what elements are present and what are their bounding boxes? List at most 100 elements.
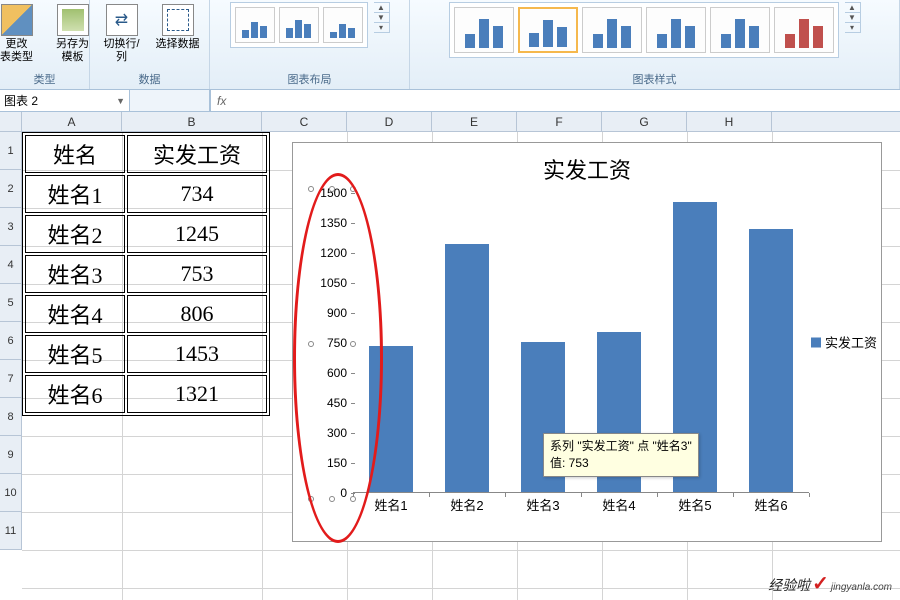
ribbon-group-label: 数据 [98,69,201,89]
ribbon-group-data: 切换行/列 选择数据 数据 [90,0,210,89]
style-thumb[interactable] [582,7,642,53]
row-header[interactable]: 4 [0,246,21,284]
bar-slot [733,193,809,493]
row-header[interactable]: 8 [0,398,21,436]
bar-slot [429,193,505,493]
row-header[interactable]: 1 [0,132,21,170]
tooltip-line: 值: 753 [550,455,692,472]
axis-selection[interactable] [311,189,353,499]
style-thumb[interactable] [774,7,834,53]
column-header[interactable]: H [687,112,772,131]
styles-gallery-nav[interactable]: ▲ ▼ ▾ [845,2,861,33]
table-row: 姓名1734 [25,175,267,213]
row-header[interactable]: 3 [0,208,21,246]
ribbon-group-label: 图表布局 [218,69,401,89]
row-header[interactable]: 10 [0,474,21,512]
data-table[interactable]: 姓名 实发工资 姓名1734 姓名21245 姓名3753 姓名4806 姓名5… [22,132,270,416]
row-header[interactable]: 5 [0,284,21,322]
embedded-chart[interactable]: 实发工资 01503004506007509001050120013501500… [292,142,882,542]
selection-handle[interactable] [350,341,356,347]
x-axis[interactable]: 姓名1姓名2姓名3姓名4姓名5姓名6 [353,495,809,515]
name-box[interactable]: 图表 2 ▼ [0,90,130,111]
row-header[interactable]: 6 [0,322,21,360]
change-chart-type-button[interactable]: 更改 表类型 [0,2,42,66]
gallery-more-icon[interactable]: ▾ [374,23,389,32]
table-row: 姓名4806 [25,295,267,333]
datapoint-tooltip: 系列 "实发工资" 点 "姓名3" 值: 753 [543,433,699,477]
select-all-corner[interactable] [0,112,22,132]
row-header[interactable]: 7 [0,360,21,398]
selection-handle[interactable] [329,496,335,502]
column-header[interactable]: D [347,112,432,131]
table-row: 姓名21245 [25,215,267,253]
layout-thumb[interactable] [235,7,275,43]
row-header[interactable]: 2 [0,170,21,208]
chart-bar[interactable] [749,229,793,493]
column-header[interactable]: B [122,112,262,131]
bar-slot [353,193,429,493]
table-row: 姓名61321 [25,375,267,413]
ribbon: 更改 表类型 另存为 模板 类型 切换行/列 选择数据 数据 [0,0,900,90]
ribbon-group-label: 类型 [8,69,81,89]
gallery-up-icon[interactable]: ▲ [845,3,860,13]
gallery-down-icon[interactable]: ▼ [845,13,860,23]
x-axis-tick: 姓名6 [733,495,809,515]
x-axis-tick: 姓名4 [581,495,657,515]
row-header[interactable]: 9 [0,436,21,474]
column-header[interactable]: E [432,112,517,131]
column-headers[interactable]: ABCDEFGH [22,112,900,132]
column-header[interactable]: G [602,112,687,131]
selection-handle[interactable] [350,496,356,502]
selection-handle[interactable] [329,186,335,192]
x-axis-tick: 姓名3 [505,495,581,515]
column-header[interactable]: A [22,112,122,131]
select-data-button[interactable]: 选择数据 [153,2,203,53]
gallery-down-icon[interactable]: ▼ [374,13,389,23]
layout-thumb[interactable] [323,7,363,43]
legend-swatch [811,337,821,347]
style-thumb[interactable] [710,7,770,53]
layout-gallery-nav[interactable]: ▲ ▼ ▾ [374,2,390,33]
selection-handle[interactable] [308,341,314,347]
switch-icon [106,4,138,36]
gallery-up-icon[interactable]: ▲ [374,3,389,13]
column-header[interactable]: F [517,112,602,131]
chart-styles-gallery[interactable] [449,2,839,58]
x-axis-tick: 姓名1 [353,495,429,515]
cells-area[interactable]: 姓名 实发工资 姓名1734 姓名21245 姓名3753 姓名4806 姓名5… [22,132,900,600]
tooltip-line: 系列 "实发工资" 点 "姓名3" [550,438,692,455]
dropdown-icon[interactable]: ▼ [116,96,125,106]
style-thumb[interactable] [646,7,706,53]
select-data-icon [162,4,194,36]
column-header[interactable]: C [262,112,347,131]
name-box-value: 图表 2 [4,92,38,109]
selection-handle[interactable] [350,186,356,192]
worksheet-grid[interactable]: ABCDEFGH 1234567891011 姓名 实发工资 姓名1734 姓名… [0,112,900,600]
save-template-icon [57,4,89,36]
layout-thumb[interactable] [279,7,319,43]
chart-bar[interactable] [445,244,489,493]
chart-layout-gallery[interactable] [230,2,368,48]
selection-handle[interactable] [308,186,314,192]
selection-handle[interactable] [308,496,314,502]
change-type-icon [1,4,33,36]
checkmark-icon: ✓ [812,571,829,596]
fx-icon[interactable]: fx [217,94,226,108]
table-row: 姓名51453 [25,335,267,373]
row-headers[interactable]: 1234567891011 [0,132,22,550]
chart-bar[interactable] [369,346,413,493]
table-header[interactable]: 实发工资 [127,135,267,173]
row-header[interactable]: 11 [0,512,21,550]
formula-bar[interactable]: fx [210,90,900,111]
ribbon-group-layout: ▲ ▼ ▾ 图表布局 [210,0,410,89]
chart-legend[interactable]: 实发工资 [811,333,877,352]
style-thumb[interactable] [518,7,578,53]
watermark: 经验啦 ✓ jingyanla.com [768,571,892,596]
chart-title[interactable]: 实发工资 [293,143,881,189]
gallery-more-icon[interactable]: ▾ [845,23,860,32]
table-header[interactable]: 姓名 [25,135,125,173]
style-thumb[interactable] [454,7,514,53]
formula-bar-row: 图表 2 ▼ fx [0,90,900,112]
switch-row-col-button[interactable]: 切换行/列 [97,2,147,66]
ribbon-group-label: 图表样式 [418,69,891,89]
